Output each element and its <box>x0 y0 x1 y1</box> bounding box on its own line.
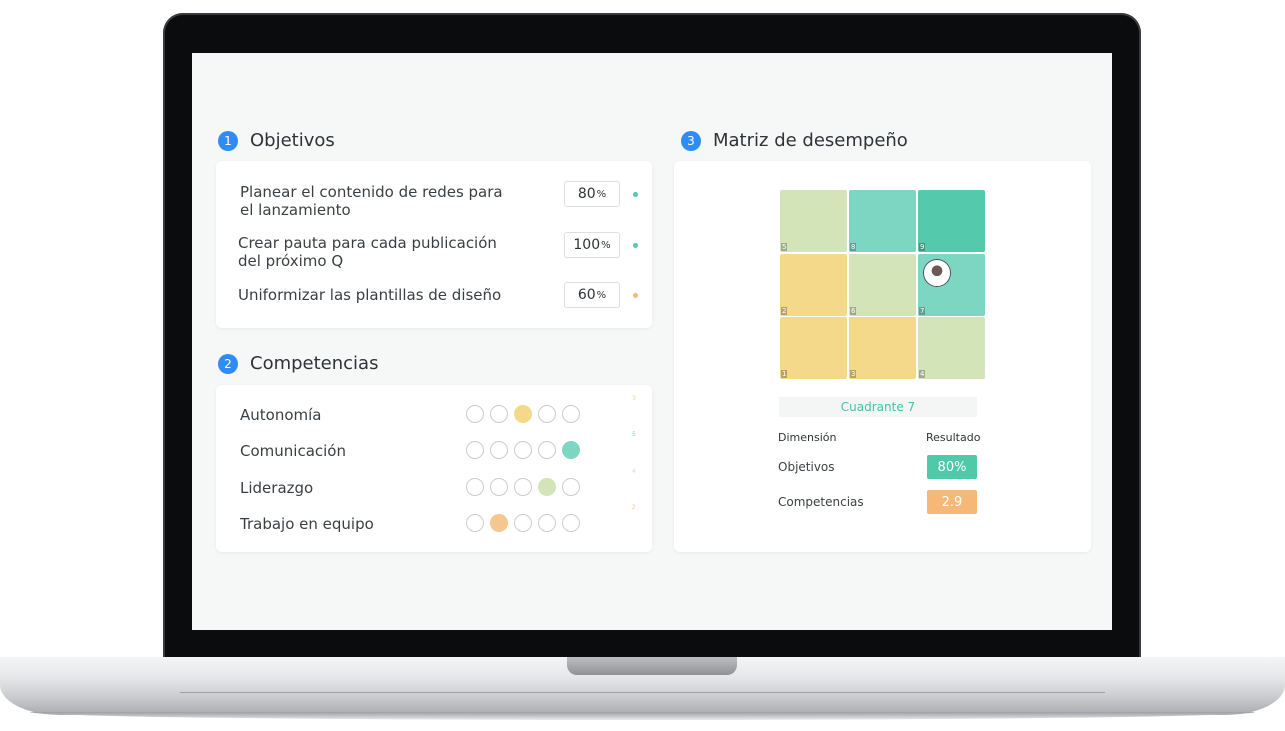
result-badge: 2.9 <box>927 490 977 514</box>
laptop-notch <box>567 657 737 675</box>
competency-row: Liderazgo 4 <box>216 468 652 500</box>
rating-scale[interactable] <box>466 405 580 423</box>
matrix-cell-number: 6 <box>850 306 857 315</box>
rating-circle[interactable] <box>538 441 556 459</box>
rating-circle[interactable] <box>490 441 508 459</box>
rating-circle[interactable] <box>514 478 532 496</box>
status-dot <box>633 243 638 248</box>
matrix-cell[interactable]: 3 <box>849 317 916 379</box>
matrix-cell-number: 5 <box>781 243 788 251</box>
rating-circle[interactable] <box>466 478 484 496</box>
matrix-cell[interactable]: 2 <box>780 253 847 316</box>
objective-percent-input[interactable]: 100% <box>564 232 620 258</box>
matriz-title: Matriz de desempeño <box>713 130 908 151</box>
competencias-title: Competencias <box>250 353 379 374</box>
rating-circle[interactable] <box>538 478 556 496</box>
rating-circle[interactable] <box>466 405 484 423</box>
rating-circle[interactable] <box>490 514 508 532</box>
objective-text: Crear pauta para cada publicación del pr… <box>238 234 497 270</box>
matrix-cell[interactable]: 6 <box>849 253 916 316</box>
matrix-cell-number: 8 <box>850 243 857 251</box>
competency-score: 3 <box>632 395 636 402</box>
rating-scale[interactable] <box>466 514 580 532</box>
matrix-cell[interactable]: 8 <box>849 190 916 252</box>
competency-label: Comunicación <box>240 442 346 460</box>
section-number-1: 1 <box>218 130 238 151</box>
rating-scale[interactable] <box>466 441 580 459</box>
table-header-dimension: Dimensión <box>778 431 837 444</box>
matrix-cell-number: 4 <box>919 370 926 378</box>
competencias-card: Autonomía 3 Comunicación 5 Liderazgo 4 Trabajo… <box>216 385 652 552</box>
matrix-cell[interactable]: 9 <box>918 190 985 252</box>
performance-matrix: 5 8 9 2 6 7 1 3 4 <box>780 190 986 380</box>
objective-percent-input[interactable]: 60% <box>564 282 620 308</box>
objective-text: Planear el contenido de redes para el la… <box>240 183 503 219</box>
rating-circle[interactable] <box>514 405 532 423</box>
competencias-header: 2 Competencias <box>218 353 378 374</box>
matrix-cell-number: 2 <box>781 306 788 315</box>
rating-circle[interactable] <box>490 478 508 496</box>
competency-label: Autonomía <box>240 406 322 424</box>
matrix-cell[interactable]: 1 <box>780 317 847 379</box>
table-header-result: Resultado <box>926 431 981 444</box>
rating-circle[interactable] <box>562 514 580 532</box>
matrix-cell-number: 1 <box>781 370 788 378</box>
rating-circle[interactable] <box>562 405 580 423</box>
rating-scale[interactable] <box>466 478 580 496</box>
competency-row: Comunicación 5 <box>216 431 652 463</box>
status-dot <box>633 293 638 298</box>
status-dot <box>633 192 638 197</box>
matrix-cell[interactable]: 7 <box>918 253 985 316</box>
rating-circle[interactable] <box>562 441 580 459</box>
rating-circle[interactable] <box>490 405 508 423</box>
objetivos-title: Objetivos <box>250 130 335 151</box>
competency-score: 5 <box>632 431 636 438</box>
rating-circle[interactable] <box>466 441 484 459</box>
competency-score: 4 <box>632 468 636 475</box>
objective-text: Uniformizar las plantillas de diseño <box>238 286 502 304</box>
objective-percent-input[interactable]: 80% <box>564 181 620 207</box>
objetivos-header: 1 Objetivos <box>218 130 335 151</box>
matrix-cell[interactable]: 4 <box>918 317 985 379</box>
table-row-label: Objetivos <box>778 460 835 474</box>
matrix-cell-number: 3 <box>850 370 857 378</box>
laptop-base-edge <box>30 712 1255 720</box>
rating-circle[interactable] <box>562 478 580 496</box>
matriz-header: 3 Matriz de desempeño <box>681 130 908 151</box>
rating-circle[interactable] <box>538 405 556 423</box>
rating-circle[interactable] <box>514 514 532 532</box>
table-row-label: Competencias <box>778 495 864 509</box>
competency-label: Liderazgo <box>240 479 314 497</box>
avatar[interactable] <box>924 259 950 286</box>
screen: 1 Objetivos Planear el contenido de rede… <box>192 53 1112 630</box>
rating-circle[interactable] <box>466 514 484 532</box>
matrix-cell-number: 9 <box>919 243 926 251</box>
competency-label: Trabajo en equipo <box>240 515 374 533</box>
rating-circle[interactable] <box>514 441 532 459</box>
laptop-base-line <box>180 692 1105 693</box>
rating-circle[interactable] <box>538 514 556 532</box>
quadrant-label: Cuadrante 7 <box>779 397 977 417</box>
competency-row: Autonomía 3 <box>216 395 652 427</box>
matrix-cell-number: 7 <box>919 306 926 315</box>
section-number-3: 3 <box>681 130 701 151</box>
competency-score: 2 <box>632 504 636 511</box>
section-number-2: 2 <box>218 353 238 374</box>
competency-row: Trabajo en equipo 2 <box>216 504 652 536</box>
matrix-cell[interactable]: 5 <box>780 190 847 252</box>
objetivos-card: Planear el contenido de redes para el la… <box>216 161 652 328</box>
result-badge: 80% <box>927 455 977 479</box>
